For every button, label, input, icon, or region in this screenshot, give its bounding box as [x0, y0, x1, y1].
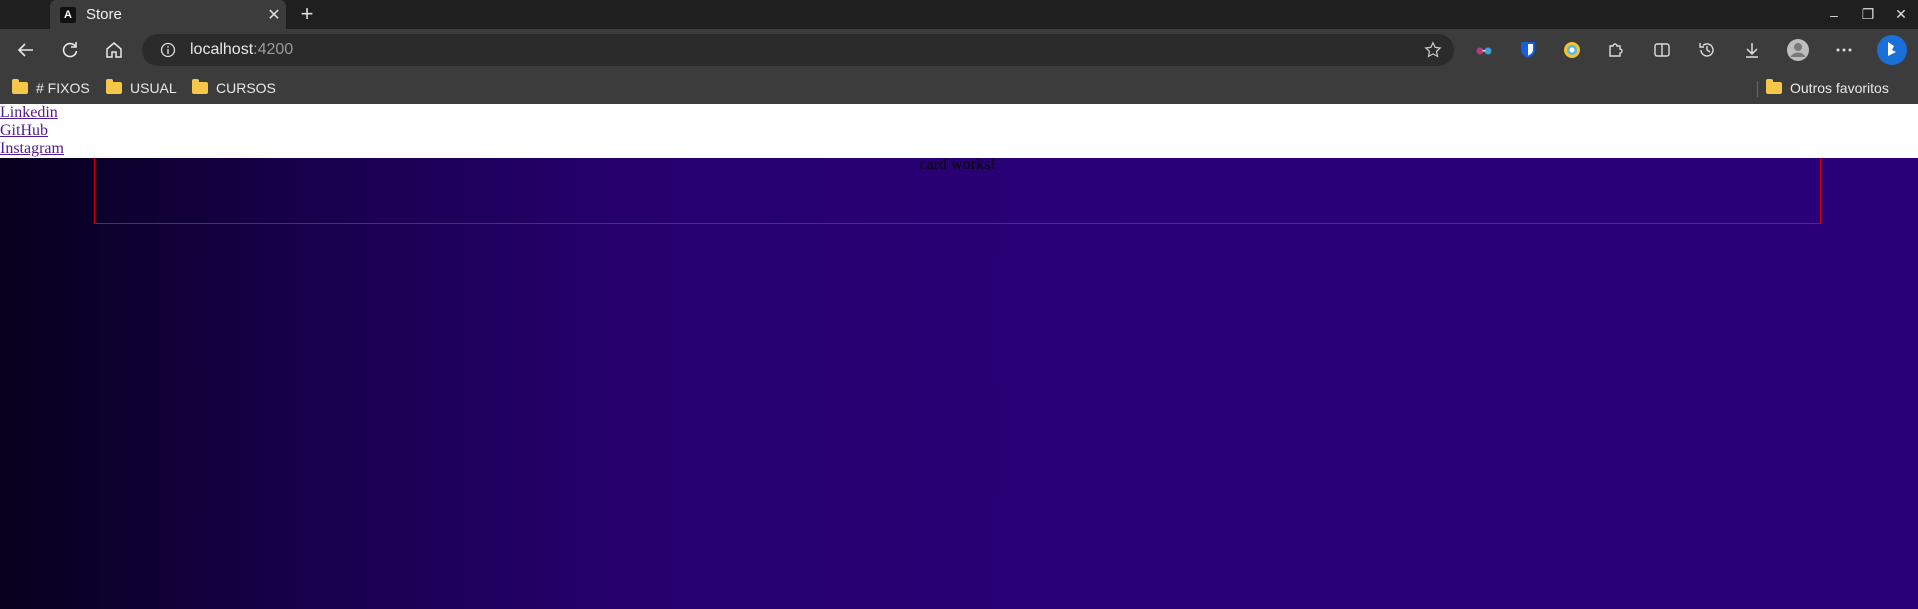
github-link[interactable]: GitHub	[0, 122, 1918, 140]
linkedin-link[interactable]: Linkedin	[0, 104, 1918, 122]
url-port: :4200	[253, 41, 294, 58]
downloads-icon[interactable]	[1740, 38, 1764, 62]
favorite-star-icon[interactable]	[1424, 41, 1442, 59]
folder-icon	[1766, 79, 1782, 94]
social-links-header: Linkedin GitHub Instagram	[0, 104, 1918, 158]
new-tab-button[interactable]: +	[295, 2, 319, 26]
tab-strip-left	[0, 0, 50, 29]
folder-icon	[106, 79, 122, 94]
address-bar[interactable]: localhost:4200	[142, 34, 1454, 66]
tab-title: Store	[86, 6, 122, 23]
bookmarks-bar: # FIXOS USUAL CURSOS Outros favoritos	[0, 71, 1918, 104]
history-icon[interactable]	[1695, 38, 1719, 62]
angular-icon: A	[60, 6, 76, 23]
bookmark-label: # FIXOS	[36, 80, 90, 96]
split-screen-icon[interactable]	[1650, 38, 1674, 62]
folder-icon	[192, 79, 208, 94]
bookmark-label: USUAL	[130, 80, 177, 96]
close-tab-icon[interactable]: ✕	[262, 5, 286, 25]
bookmark-label: CURSOS	[216, 80, 276, 96]
reload-icon	[62, 42, 78, 58]
folder-icon	[12, 79, 28, 94]
back-arrow-icon	[17, 43, 33, 57]
bookmarks-divider	[1757, 81, 1758, 97]
card-text: card works!	[919, 156, 996, 173]
browser-toolbar: localhost:4200	[0, 29, 1918, 71]
bookmark-folder-usual[interactable]: USUAL	[106, 77, 177, 99]
back-button[interactable]	[12, 36, 40, 64]
home-button[interactable]	[100, 36, 128, 64]
reload-button[interactable]	[56, 36, 84, 64]
url-host: localhost	[190, 41, 254, 58]
home-icon	[106, 42, 122, 58]
bookmark-label: Outros favoritos	[1790, 80, 1889, 96]
close-window-button[interactable]: ✕	[1884, 0, 1918, 29]
restore-button[interactable]: ❐	[1851, 0, 1885, 29]
page-viewport: card works! Linkedin GitHub Instagram	[0, 104, 1918, 609]
bing-copilot-icon[interactable]	[1876, 34, 1908, 66]
extension-glasses-icon[interactable]	[1472, 38, 1496, 62]
bitwarden-icon[interactable]	[1516, 38, 1540, 62]
tab-store[interactable]: A Store ✕	[50, 0, 286, 29]
profile-avatar-icon[interactable]	[1786, 38, 1810, 62]
url-text: localhost:4200	[190, 41, 293, 59]
bookmark-folder-cursos[interactable]: CURSOS	[192, 77, 276, 99]
bookmark-folder-fixos[interactable]: # FIXOS	[12, 77, 90, 99]
more-menu-icon[interactable]	[1832, 38, 1856, 62]
bookmark-folder-other[interactable]: Outros favoritos	[1766, 77, 1889, 99]
tab-strip: A Store ✕ + – ❐ ✕	[0, 0, 1918, 29]
extension-circle-icon[interactable]	[1560, 38, 1584, 62]
site-info-icon[interactable]	[160, 42, 176, 58]
extensions-puzzle-icon[interactable]	[1604, 38, 1628, 62]
instagram-link[interactable]: Instagram	[0, 140, 1918, 158]
minimize-button[interactable]: –	[1817, 0, 1851, 29]
